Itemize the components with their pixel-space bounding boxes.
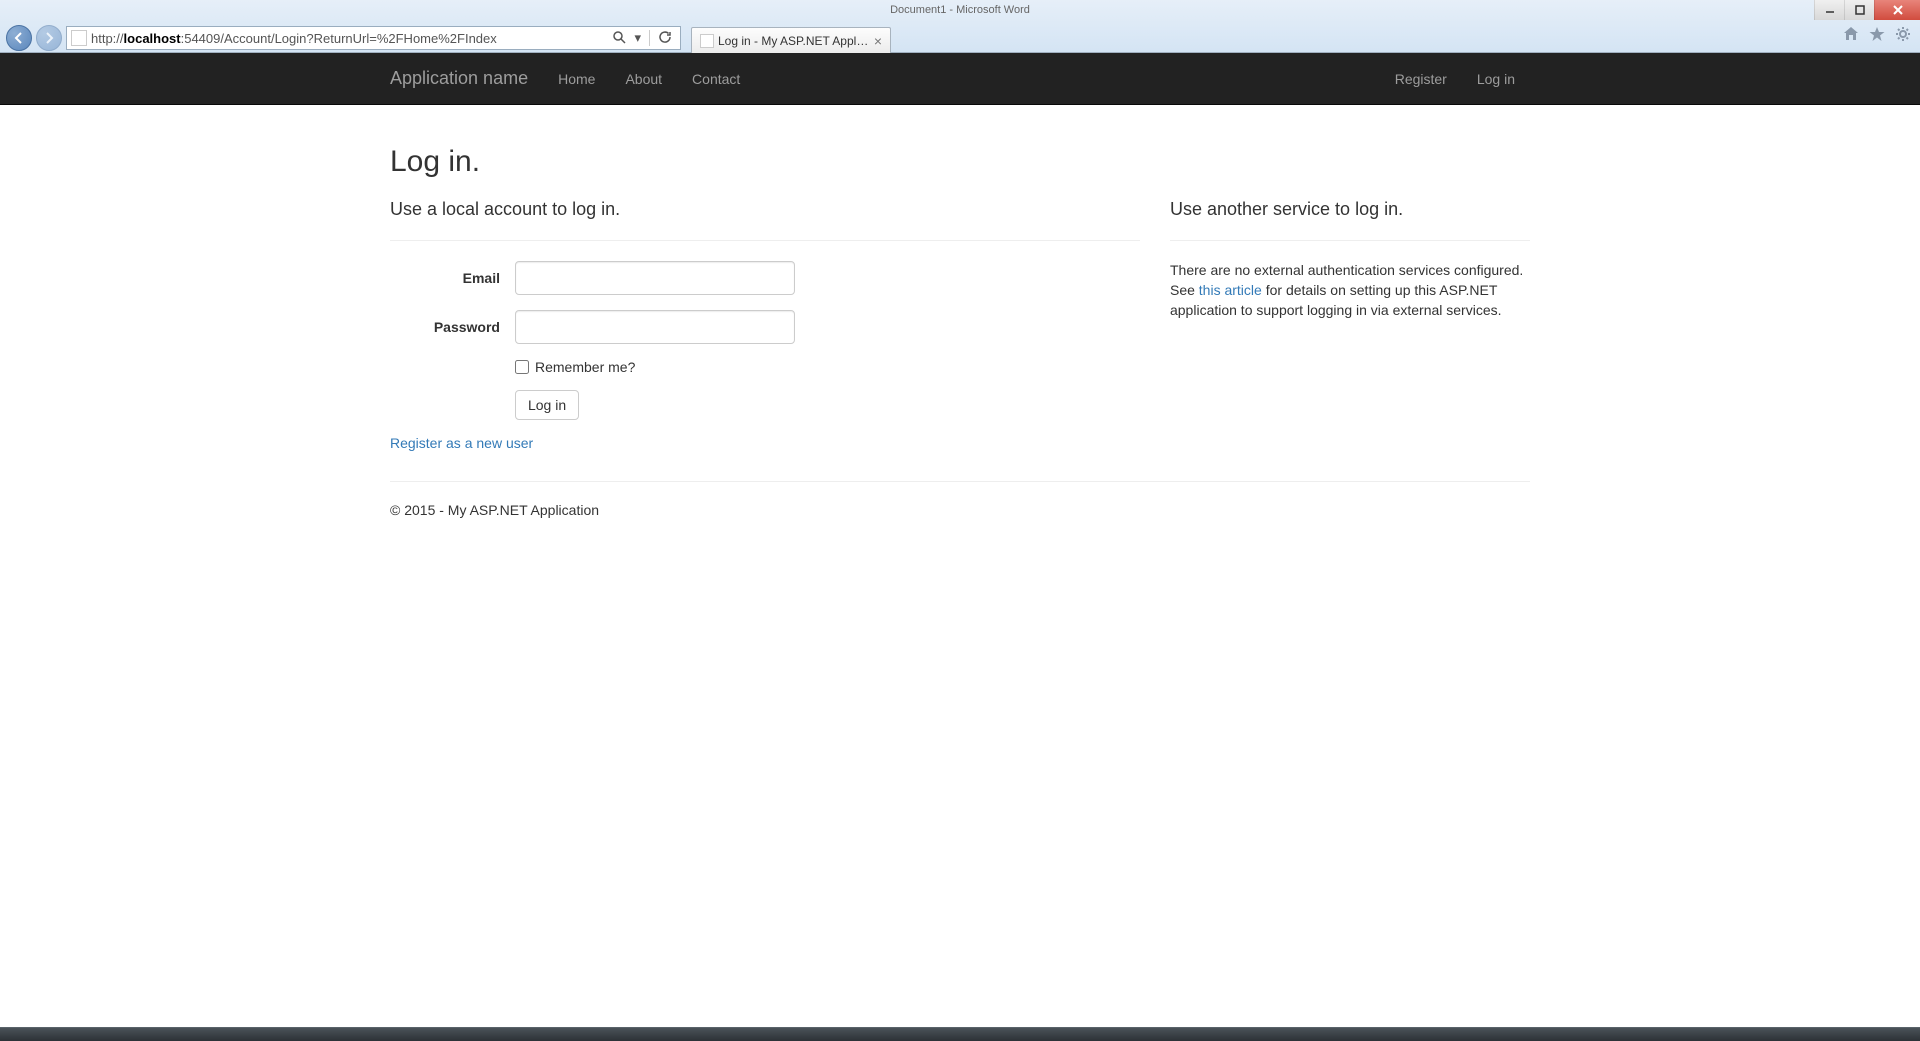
footer-text: © 2015 - My ASP.NET Application [390,502,1530,518]
home-icon[interactable] [1842,25,1860,48]
page-icon [71,30,87,46]
external-login-section: Use another service to log in. There are… [1170,199,1530,321]
navbar-brand[interactable]: Application name [390,53,543,104]
url-host: localhost [124,31,181,46]
back-button[interactable] [6,25,32,51]
divider [649,30,650,46]
background-window-title: Document1 - Microsoft Word [890,4,1030,16]
search-dropdown-icon[interactable]: ▾ [630,30,645,46]
taskbar[interactable] [0,1027,1920,1041]
browser-tab[interactable]: Log in - My ASP.NET Applic... × [691,27,891,53]
url-prefix: http:// [91,31,124,46]
local-login-section: Use a local account to log in. Email Pas… [390,199,1140,451]
external-login-heading: Use another service to log in. [1170,199,1530,220]
browser-chrome: Document1 - Microsoft Word http://localh… [0,0,1920,53]
search-icon[interactable] [608,30,630,47]
password-field[interactable] [515,310,795,344]
tab-favicon [700,34,714,48]
divider [1170,240,1530,241]
this-article-link[interactable]: this article [1199,282,1262,298]
minimize-button[interactable] [1814,0,1844,20]
tab-close-icon[interactable]: × [874,33,882,49]
navbar: Application name Home About Contact Regi… [0,53,1920,105]
email-field[interactable] [515,261,795,295]
remember-me-text: Remember me? [535,359,635,375]
password-label: Password [390,319,515,335]
close-button[interactable] [1874,0,1920,20]
local-login-heading: Use a local account to log in. [390,199,1140,220]
tab-title: Log in - My ASP.NET Applic... [718,34,870,48]
maximize-button[interactable] [1844,0,1874,20]
nav-home[interactable]: Home [543,56,610,102]
external-services-text: There are no external authentication ser… [1170,261,1530,321]
register-new-user-link[interactable]: Register as a new user [390,435,533,451]
remember-me-label[interactable]: Remember me? [515,359,1140,375]
forward-button[interactable] [36,25,62,51]
tools-icon[interactable] [1894,25,1912,48]
refresh-icon[interactable] [654,30,676,47]
remember-me-checkbox[interactable] [515,360,529,374]
favorites-icon[interactable] [1868,25,1886,48]
nav-contact[interactable]: Contact [677,56,755,102]
nav-about[interactable]: About [610,56,677,102]
page-title: Log in. [390,145,1530,179]
url-text: http://localhost:54409/Account/Login?Ret… [91,31,608,46]
divider [390,240,1140,241]
login-button[interactable]: Log in [515,390,579,420]
url-path: :54409/Account/Login?ReturnUrl=%2FHome%2… [181,31,497,46]
email-label: Email [390,270,515,286]
address-bar[interactable]: http://localhost:54409/Account/Login?Ret… [66,26,681,50]
nav-login[interactable]: Log in [1462,56,1530,102]
nav-register[interactable]: Register [1380,56,1462,102]
